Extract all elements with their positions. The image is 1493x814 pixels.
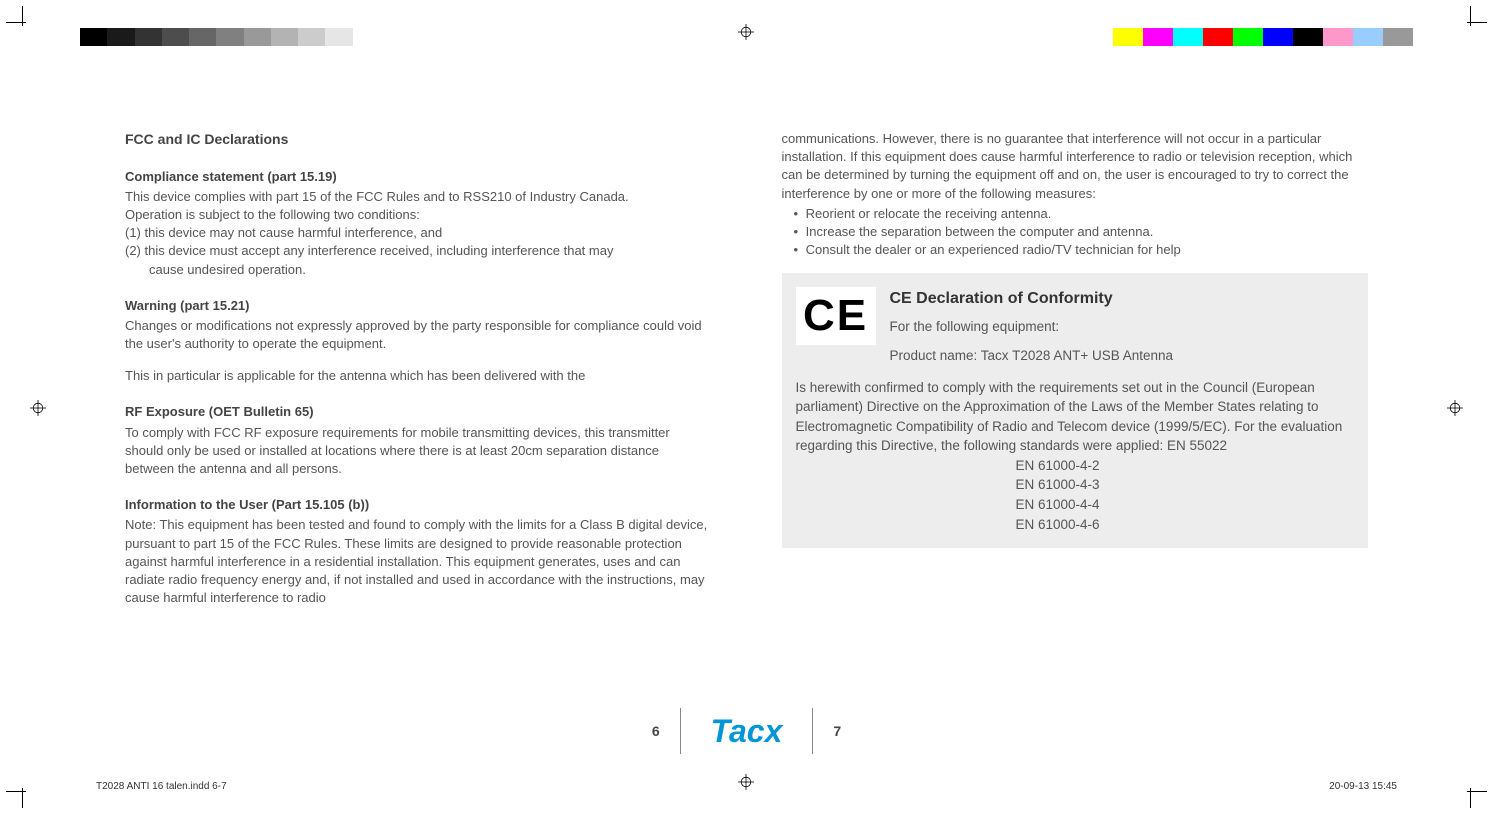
crop-mark [22, 6, 23, 26]
divider [812, 708, 813, 754]
swatch [1113, 28, 1143, 46]
swatch [1233, 28, 1263, 46]
swatch [1383, 28, 1413, 46]
body-text: Note: This equipment has been tested and… [125, 516, 712, 607]
crop-mark [22, 788, 23, 808]
compliance-heading: Compliance statement (part 15.19) [125, 168, 712, 186]
crop-mark [6, 791, 26, 792]
standard-item: EN 61000-4-6 [1016, 515, 1351, 535]
swatch [244, 28, 271, 46]
swatch [1263, 28, 1293, 46]
left-column: FCC and IC Declarations Compliance state… [125, 130, 712, 607]
page-footer: 6 Tacx 7 [0, 708, 1493, 754]
body-text: (2) this device must accept any interfer… [125, 242, 712, 260]
fcc-heading: FCC and IC Declarations [125, 130, 712, 150]
rf-exposure-heading: RF Exposure (OET Bulletin 65) [125, 403, 712, 421]
swatch [298, 28, 325, 46]
body-text: (1) this device may not cause harmful in… [125, 224, 712, 242]
swatch [162, 28, 189, 46]
body-text: Is herewith confirmed to comply with the… [796, 378, 1351, 456]
swatch [1173, 28, 1203, 46]
ce-mark-icon: CE [796, 287, 876, 345]
body-text: To comply with FCC RF exposure requireme… [125, 424, 712, 479]
body-text: Product name: Tacx T2028 ANT+ USB Antenn… [890, 346, 1174, 366]
registration-mark-icon [738, 24, 754, 40]
body-text: cause undesired operation. [125, 261, 712, 279]
body-text: For the following equipment: [890, 317, 1174, 337]
crop-mark [1470, 788, 1471, 808]
document-content: FCC and IC Declarations Compliance state… [125, 130, 1368, 607]
tacx-logo: Tacx [701, 713, 793, 750]
standard-item: EN 61000-4-3 [1016, 475, 1351, 495]
color-calibration-bar [1113, 28, 1413, 46]
swatch [1203, 28, 1233, 46]
body-text: communications. However, there is no gua… [782, 130, 1369, 203]
ce-header: CE CE Declaration of Conformity For the … [796, 287, 1351, 365]
info-user-heading: Information to the User (Part 15.105 (b)… [125, 496, 712, 514]
body-text: This device complies with part 15 of the… [125, 188, 712, 206]
standard-item: EN 61000-4-2 [1016, 456, 1351, 476]
file-info: T2028 ANTI 16 talen.indd 6-7 [96, 781, 227, 792]
grayscale-calibration-bar [80, 28, 380, 46]
swatch [135, 28, 162, 46]
standards-list: EN 61000-4-2 EN 61000-4-3 EN 61000-4-4 E… [796, 456, 1351, 534]
swatch [189, 28, 216, 46]
swatch [353, 28, 380, 46]
list-item: Reorient or relocate the receiving anten… [794, 205, 1369, 223]
ce-title: CE Declaration of Conformity [890, 287, 1174, 310]
swatch [107, 28, 134, 46]
body-text: Changes or modifications not expressly a… [125, 317, 712, 353]
page-number-right: 7 [833, 723, 841, 739]
swatch [1293, 28, 1323, 46]
print-timestamp: 20-09-13 15:45 [1329, 781, 1397, 792]
swatch [216, 28, 243, 46]
body-text: Operation is subject to the following tw… [125, 206, 712, 224]
swatch [325, 28, 352, 46]
page-number-left: 6 [652, 723, 660, 739]
ce-declaration-box: CE CE Declaration of Conformity For the … [782, 273, 1369, 548]
measures-list: Reorient or relocate the receiving anten… [782, 205, 1369, 260]
registration-mark-icon [1447, 400, 1463, 416]
print-metadata: T2028 ANTI 16 talen.indd 6-7 20-09-13 15… [96, 781, 1397, 792]
standard-item: EN 61000-4-4 [1016, 495, 1351, 515]
right-column: communications. However, there is no gua… [782, 130, 1369, 607]
swatch [1323, 28, 1353, 46]
crop-mark [6, 22, 26, 23]
body-text: This in particular is applicable for the… [125, 367, 712, 385]
swatch [1143, 28, 1173, 46]
registration-mark-icon [30, 400, 46, 416]
swatch [80, 28, 107, 46]
list-item: Increase the separation between the comp… [794, 223, 1369, 241]
swatch [271, 28, 298, 46]
list-item: Consult the dealer or an experienced rad… [794, 241, 1369, 259]
divider [680, 708, 681, 754]
warning-heading: Warning (part 15.21) [125, 297, 712, 315]
crop-mark [1470, 6, 1471, 26]
swatch [1353, 28, 1383, 46]
